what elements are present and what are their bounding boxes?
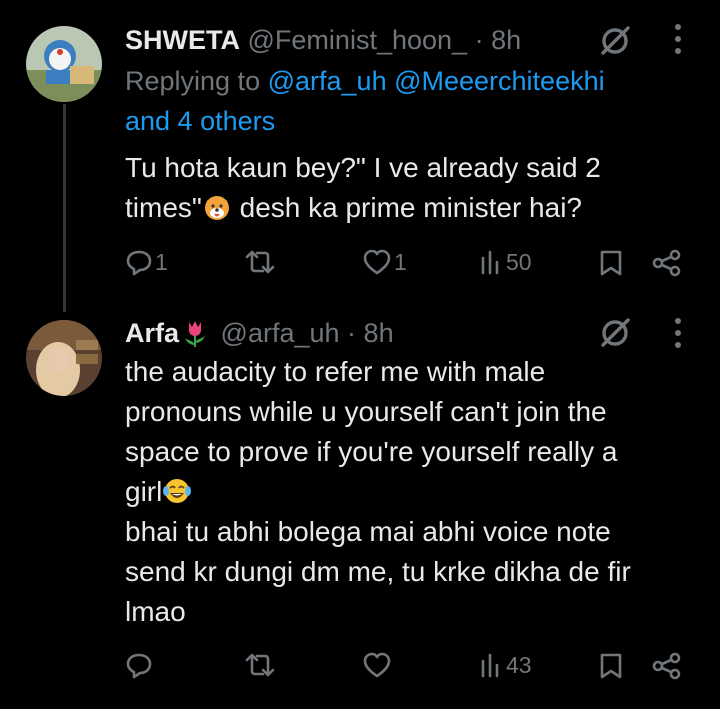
more-icon[interactable] — [672, 316, 684, 356]
replying-handles[interactable]: @arfa_uh @Meeerchiteekhi — [268, 66, 605, 96]
like-icon — [363, 249, 391, 275]
like-button[interactable]: 1 — [362, 248, 407, 276]
text-line: lmao — [125, 596, 186, 627]
grok-icon[interactable] — [598, 316, 632, 350]
tweet-header: Arfa @arfa_uh · 8h — [125, 316, 394, 350]
views-button[interactable]: 43 — [480, 651, 532, 679]
tweet-arfa[interactable]: Arfa @arfa_uh · 8h the audacity to refer… — [0, 300, 720, 709]
reply-icon — [126, 250, 152, 276]
retweet-button[interactable] — [244, 651, 278, 679]
tweet-header: SHWETA @Feminist_hoon_ · 8h — [125, 23, 521, 57]
replying-to: Replying to @arfa_uh @Meeerchiteekhi — [125, 64, 605, 98]
grok-icon[interactable] — [598, 24, 632, 58]
display-name[interactable]: Arfa — [125, 318, 179, 348]
share-icon[interactable] — [652, 652, 682, 680]
text-line: the audacity to refer me with male — [125, 356, 546, 387]
separator: · — [347, 318, 357, 348]
retweet-icon — [245, 653, 275, 677]
separator: · — [474, 25, 484, 55]
text-line: times" desh ka prime minister hai? — [125, 188, 695, 228]
more-icon[interactable] — [672, 22, 684, 62]
bookmark-icon[interactable] — [598, 249, 624, 277]
text-line: pronouns while u yourself can't join the — [125, 396, 607, 427]
display-name[interactable]: SHWETA — [125, 25, 240, 55]
reply-icon — [126, 653, 152, 679]
text-line: bhai tu abhi bolega mai abhi voice note — [125, 516, 611, 547]
like-count: 1 — [394, 248, 407, 275]
tweet-shweta[interactable]: SHWETA @Feminist_hoon_ · 8h Replying to … — [0, 0, 720, 312]
retweet-button[interactable] — [244, 248, 278, 276]
text-line: Tu hota kaun bey?" I ve already said 2 — [125, 152, 601, 183]
views-icon — [481, 250, 499, 275]
text-line: girl — [125, 472, 695, 512]
handle[interactable]: @arfa_uh — [221, 318, 340, 348]
replying-prefix: Replying to — [125, 66, 261, 96]
bookmark-icon[interactable] — [598, 652, 624, 680]
avatar[interactable] — [26, 26, 102, 102]
views-icon — [481, 653, 499, 678]
thread-line — [63, 104, 66, 312]
laughing-emoji — [163, 479, 192, 503]
reply-count: 1 — [155, 248, 168, 275]
tweet-text: Tu hota kaun bey?" I ve already said 2 t… — [125, 148, 695, 228]
timestamp[interactable]: 8h — [491, 25, 521, 55]
avatar-image — [26, 320, 102, 396]
handle[interactable]: @Feminist_hoon_ — [248, 25, 468, 55]
replying-others-link[interactable]: and 4 others — [125, 106, 275, 136]
reply-button[interactable]: 1 — [125, 248, 168, 276]
avatar-image — [26, 26, 102, 102]
replying-more: and 4 others — [125, 104, 275, 138]
timestamp[interactable]: 8h — [364, 318, 394, 348]
text-fragment: times" — [125, 192, 202, 223]
reply-button[interactable] — [125, 651, 155, 679]
tulip-emoji — [185, 321, 206, 347]
share-icon[interactable] — [652, 249, 682, 277]
text-line: space to prove if you're yourself really… — [125, 436, 618, 467]
views-button[interactable]: 50 — [480, 248, 532, 276]
like-icon — [363, 652, 391, 678]
like-button[interactable] — [362, 651, 394, 679]
dog-emoji — [204, 196, 229, 220]
text-line: send kr dungi dm me, tu krke dikha de fi… — [125, 556, 631, 587]
retweet-icon — [245, 250, 275, 274]
avatar[interactable] — [26, 320, 102, 396]
view-count: 50 — [506, 248, 532, 275]
tweet-text: the audacity to refer me with male prono… — [125, 352, 695, 632]
text-fragment: girl — [125, 476, 163, 507]
text-fragment: desh ka prime minister hai? — [231, 192, 582, 223]
view-count: 43 — [506, 651, 532, 678]
